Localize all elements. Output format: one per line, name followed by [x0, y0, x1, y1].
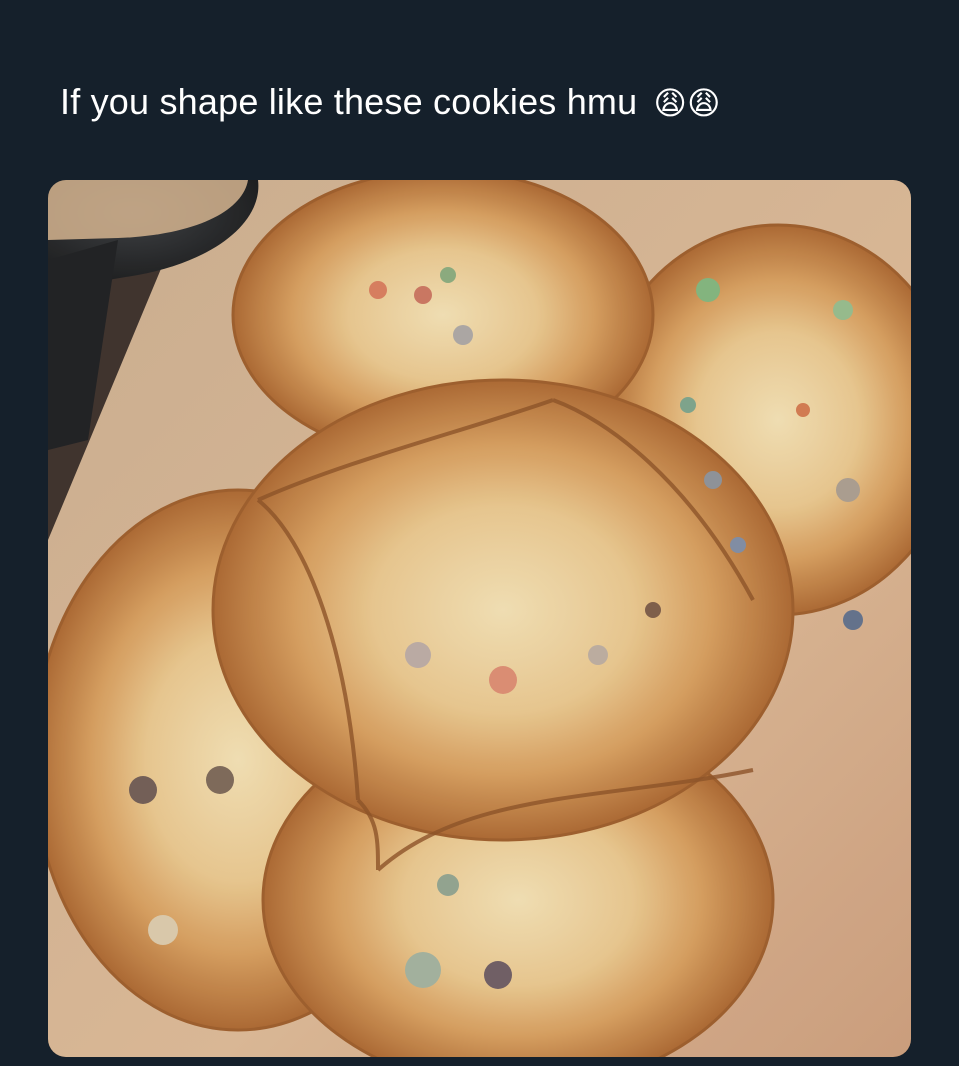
cookies-photo [48, 180, 911, 1057]
tweet-text: If you shape like these cookies hmu 😩😩 [60, 78, 721, 127]
weary-face-emoji-icon: 😩😩 [653, 84, 721, 122]
tweet-media-photo[interactable] [48, 180, 911, 1057]
tweet-text-body: If you shape like these cookies hmu [60, 81, 638, 122]
